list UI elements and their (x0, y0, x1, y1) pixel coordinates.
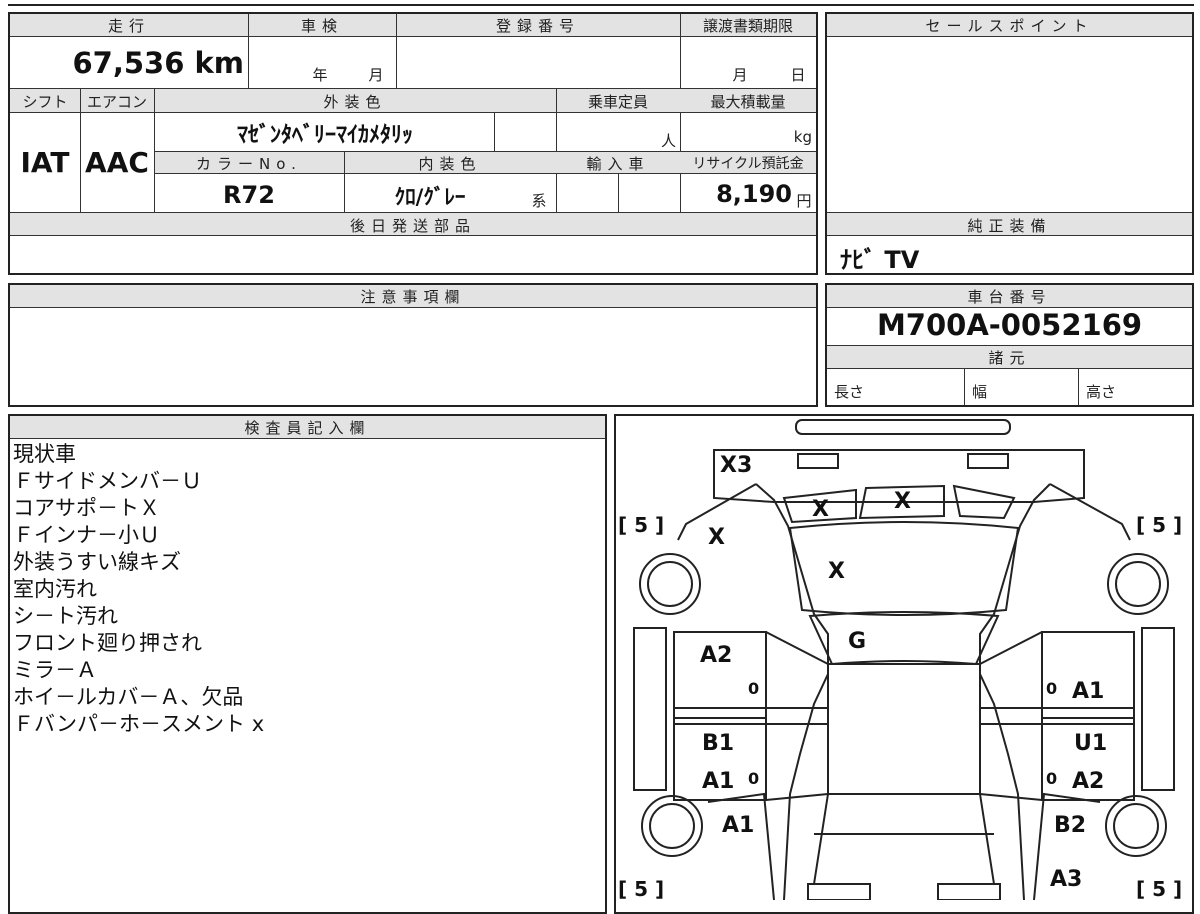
color-no-value: R72 (223, 181, 275, 209)
mark-front-right: A3 (1050, 867, 1082, 892)
genuine-equipment-value: ﾅﾋﾞ TV (840, 246, 920, 274)
mark-rear-panel-left: X (708, 525, 725, 550)
mark-roof: X (828, 559, 845, 584)
capacity-unit: 人 (660, 132, 676, 150)
mark-roof-rear: X3 (720, 453, 752, 478)
shift-value: IAT (20, 146, 70, 179)
max-load-unit: kg (793, 128, 812, 146)
interior-color-value: ｸﾛ/ｸﾞﾚｰ (394, 185, 466, 209)
chassis-number: M700A-0052169 (876, 308, 1143, 342)
deadline-day-unit: 日 (790, 66, 806, 84)
max-load-label: 最大積載量 (710, 93, 786, 111)
zero-left-front: 0 (748, 769, 759, 788)
inspector-note: ミラ－Ａ (13, 658, 97, 682)
mark-door-right-front-top: U1 (1074, 731, 1107, 756)
top-edge-fragment (8, 0, 1194, 6)
interior-suffix: 系 (531, 192, 547, 210)
import-label: 輸入車 (586, 155, 650, 173)
mark-door-right-rear: A1 (1072, 679, 1104, 704)
mileage-label: 走行 (107, 17, 150, 35)
deadline-label: 譲渡書類期限 (702, 17, 793, 35)
inspector-note: ホイ－ルカバ－Ａ、欠品 (13, 685, 244, 709)
genuine-equipment-label: 純正装備 (967, 217, 1052, 235)
mark-door-left-rear: A2 (700, 643, 732, 668)
mileage-value: 67,536 km (72, 46, 244, 80)
recycle-value: 8,190 (716, 180, 792, 208)
mark-rear-glass-right: X (894, 489, 911, 514)
mark-rear-glass-left: X (812, 497, 829, 522)
mark-fender-left: A1 (722, 813, 754, 838)
mark-fender-right: B2 (1054, 813, 1086, 838)
inspector-notes: 現状車 Ｆサイドメンバ－Ｕ コアサポ－トＸ Ｆインナ－小Ｕ 外装うすい線キズ 室… (13, 441, 593, 738)
width-label: 幅 (972, 383, 988, 401)
specs-label: 諸元 (988, 349, 1031, 367)
zero-left-rear: 0 (748, 679, 759, 698)
mark-windshield: G (848, 629, 866, 654)
zero-right-front: 0 (1046, 769, 1057, 788)
recycle-unit: 円 (796, 192, 812, 210)
inspector-note: Ｆバンパ－ホ－スメント x (13, 712, 265, 736)
inspector-label: 検査員記入欄 (244, 419, 371, 437)
interior-color-label: 内装色 (418, 155, 482, 173)
tire-front-left: [ 5 ] (618, 877, 664, 900)
registration-label: 登録番号 (495, 17, 580, 35)
aircon-value: AAC (85, 146, 149, 179)
shaken-year-unit: 年 (312, 66, 328, 84)
aircon-label: エアコン (86, 93, 147, 111)
inspector-note: フロント廻り押され (13, 631, 202, 655)
inspector-note: Ｆインナ－小Ｕ (13, 523, 160, 547)
deadline-month-unit: 月 (732, 66, 748, 84)
color-no-label: カラーNo. (196, 155, 302, 173)
mark-door-left-front-bottom: A1 (702, 769, 734, 794)
exterior-color-label: 外装色 (323, 93, 387, 111)
inspector-note: シ－ト汚れ (13, 604, 118, 628)
later-parts-label: 後日発送部品 (349, 217, 476, 235)
recycle-label: リサイクル預託金 (692, 156, 804, 172)
shaken-label: 車検 (300, 17, 343, 35)
sales-point-label: セールスポイント (925, 17, 1094, 35)
shift-label: シフト (22, 93, 68, 111)
exterior-color-value: ﾏｾﾞﾝﾀﾍﾞﾘｰﾏｲｶﾒﾀﾘｯ (236, 123, 413, 148)
car-diagram: X3 X X X X G A2 B1 A1 A1 A1 U1 A2 B2 A3 … (618, 419, 1182, 900)
length-label: 長さ (834, 383, 865, 401)
inspector-note: 現状車 (13, 442, 76, 466)
inspector-note: 外装うすい線キズ (13, 550, 181, 574)
zero-right-rear: 0 (1046, 679, 1057, 698)
tire-rear-left: [ 5 ] (618, 513, 664, 537)
mark-door-left-front-top: B1 (702, 731, 734, 756)
shaken-month-unit: 月 (368, 66, 384, 84)
height-label: 高さ (1086, 383, 1117, 401)
chassis-label: 車台番号 (967, 288, 1052, 306)
mark-door-right-front-bottom: A2 (1072, 769, 1104, 794)
inspector-note: 室内汚れ (13, 577, 97, 601)
capacity-label: 乗車定員 (587, 93, 648, 111)
tire-front-right: [ 5 ] (1136, 877, 1182, 900)
inspector-note: コアサポ－トＸ (13, 496, 160, 520)
tire-rear-right: [ 5 ] (1136, 513, 1182, 537)
caution-label: 注意事項欄 (360, 288, 466, 306)
inspector-note: Ｆサイドメンバ－Ｕ (13, 469, 202, 493)
